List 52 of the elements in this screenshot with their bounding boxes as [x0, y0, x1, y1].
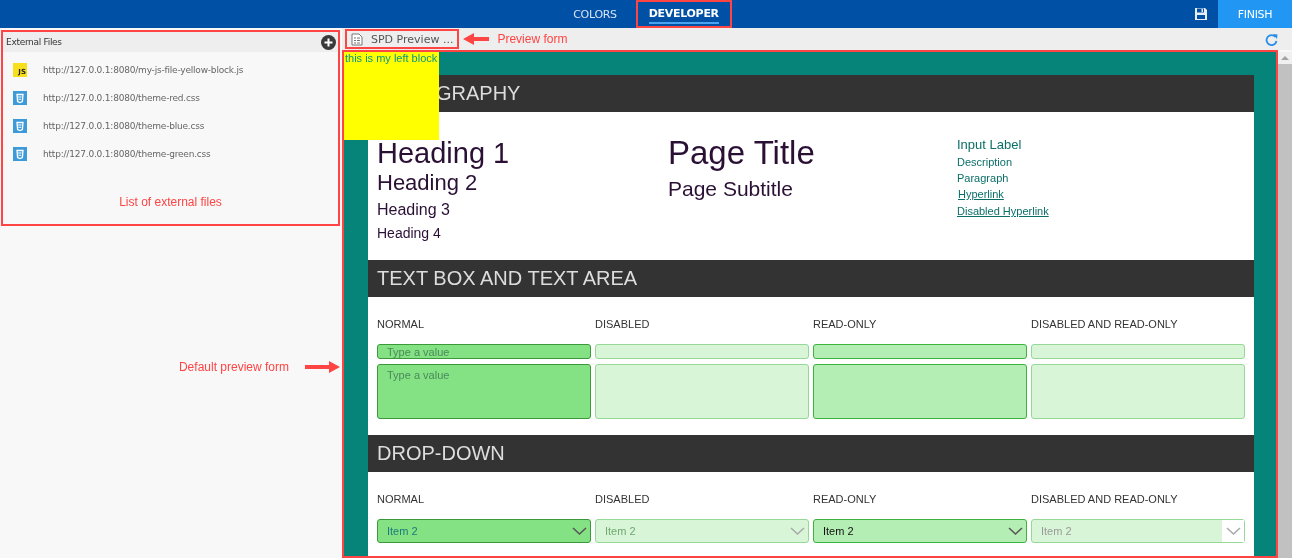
field-label: DISABLED AND READ-ONLY: [1031, 493, 1179, 506]
save-icon[interactable]: [1194, 7, 1208, 21]
heading-text: Heading 2: [377, 169, 479, 197]
chevron-down-icon: [1007, 527, 1023, 535]
heading-text: Heading 4: [377, 224, 442, 243]
field-label: DISABLED: [595, 493, 651, 506]
annotation-arrow: [305, 361, 340, 373]
left-block: this is my left block: [344, 52, 439, 140]
css-file-icon: [13, 147, 27, 161]
field-label: READ-ONLY: [813, 318, 878, 331]
chevron-down-icon: [789, 527, 805, 535]
heading-text: Heading 1: [377, 138, 511, 169]
paragraph-text: Paragraph: [957, 171, 1009, 186]
annotation-arrow: [463, 33, 490, 45]
field-label: DISABLED: [595, 318, 651, 331]
tab[interactable]: COLORS: [560, 0, 630, 28]
file-url[interactable]: http://127.0.0.1:8080/theme-green.css: [43, 149, 211, 159]
input-label: Input Label: [957, 136, 1022, 154]
annotation-text: Default preview form: [178, 360, 289, 374]
add-icon[interactable]: [321, 34, 336, 50]
page-title: Page Title: [668, 134, 816, 172]
text-area[interactable]: [813, 363, 1027, 419]
file-url[interactable]: http://127.0.0.1:8080/my-js-file-yellow-block.js: [43, 65, 244, 75]
annotation-text: Preview form: [497, 32, 568, 46]
section-header: TEXT BOX AND TEXT AREA: [368, 260, 1254, 297]
input-field[interactable]: Type a value: [377, 344, 591, 359]
field-label: DISABLED AND READ-ONLY: [1031, 318, 1179, 331]
finish-button[interactable]: FINISH: [1218, 0, 1292, 28]
css-file-icon: [13, 119, 27, 133]
page-subtitle: Page Subtitle: [668, 176, 794, 202]
dropdown[interactable]: Item 2: [813, 519, 1027, 543]
preview-tab[interactable]: SPD Preview ...: [345, 29, 460, 49]
input-field[interactable]: [813, 344, 1027, 359]
refresh-icon[interactable]: [1265, 32, 1278, 46]
field-label: NORMAL: [377, 493, 426, 506]
heading-text: Heading 3: [377, 200, 451, 220]
field-label: READ-ONLY: [813, 493, 878, 506]
dropdown[interactable]: Item 2: [377, 519, 591, 543]
section-header: DROP-DOWN: [368, 435, 1254, 472]
file-url[interactable]: http://127.0.0.1:8080/theme-red.css: [43, 93, 200, 103]
field-label: NORMAL: [377, 318, 426, 331]
chevron-down-icon: [1225, 527, 1241, 535]
chevron-down-icon: [571, 527, 587, 535]
annotation-text: List of external files: [118, 195, 223, 209]
hyperlink[interactable]: Hyperlink: [958, 186, 1004, 203]
css-file-icon: [13, 91, 27, 105]
panel-title: External Files: [6, 37, 62, 47]
description-text: Description: [957, 155, 1013, 170]
file-url[interactable]: http://127.0.0.1:8080/theme-blue.css: [43, 121, 205, 131]
scrollbar[interactable]: [1278, 52, 1292, 558]
form-icon: [351, 32, 363, 46]
text-area[interactable]: Type a value: [377, 363, 591, 419]
